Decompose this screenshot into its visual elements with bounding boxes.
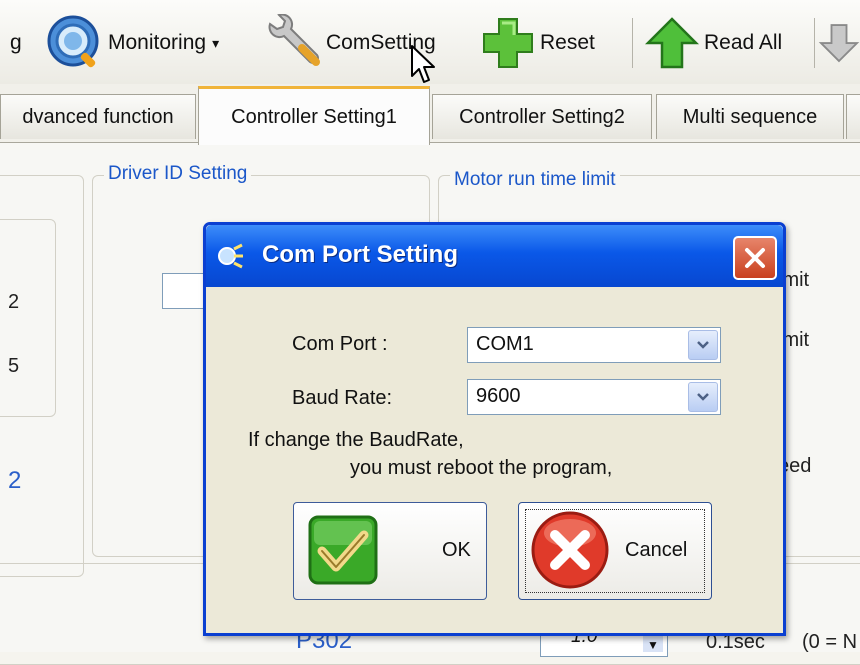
toolbar-divider [632, 18, 633, 68]
reset-button[interactable]: Reset [480, 14, 595, 72]
wrench-icon [268, 14, 320, 66]
baudrate-note-line2: you must reboot the program, [350, 457, 613, 479]
left-inner-group [0, 219, 56, 417]
tab-label: Controller Setting1 [231, 105, 397, 128]
tab-advanced-function[interactable]: dvanced function [0, 94, 196, 139]
tab-label: dvanced function [22, 105, 174, 128]
reset-label: Reset [540, 31, 595, 54]
tab-controller-setting2[interactable]: Controller Setting2 [432, 94, 652, 139]
tab-multi-sequence[interactable]: Multi sequence [656, 94, 844, 139]
baud-rate-value: 9600 [476, 385, 521, 407]
tab-label: Multi sequence [682, 105, 818, 128]
driver-id-legend: Driver ID Setting [104, 163, 252, 185]
chevron-down-icon[interactable]: ▾ [212, 35, 219, 52]
tab-partial[interactable] [846, 94, 860, 139]
chevron-down-icon[interactable] [688, 330, 718, 360]
ok-label: OK [442, 539, 471, 561]
toolbar-partial-label: g [10, 31, 22, 54]
readall-button[interactable]: Read All [644, 14, 782, 72]
baudrate-note-line1: If change the BaudRate, [248, 429, 464, 451]
com-port-setting-dialog: Com Port Setting Com Port : COM1 Baud Ra… [203, 222, 786, 636]
motor-run-time-legend: Motor run time limit [450, 169, 620, 191]
mouse-cursor-icon [411, 45, 435, 83]
ok-button[interactable]: OK [293, 502, 487, 600]
baud-rate-label: Baud Rate: [292, 387, 393, 409]
dialog-title: Com Port Setting [262, 241, 458, 268]
green-plus-icon [483, 18, 533, 68]
param-unit-note: (0 = N [802, 631, 858, 653]
toolbar-divider [814, 18, 815, 68]
com-port-select[interactable]: COM1 [467, 327, 721, 363]
chevron-down-icon[interactable] [688, 382, 718, 412]
monitoring-label: Monitoring [108, 31, 207, 54]
tab-controller-setting1[interactable]: Controller Setting1 [198, 86, 430, 145]
tab-label: Controller Setting2 [459, 105, 625, 128]
close-icon [745, 248, 765, 268]
left-value: 5 [8, 355, 20, 377]
com-port-label: Com Port : [292, 333, 388, 355]
tab-strip: dvanced function Controller Setting1 Con… [0, 84, 860, 145]
red-x-icon [531, 511, 609, 589]
readall-label: Read All [704, 31, 783, 54]
cancel-button[interactable]: Cancel [518, 502, 712, 600]
com-port-app-icon [218, 243, 243, 269]
monitoring-button[interactable]: Monitoring ▾ [46, 14, 219, 72]
com-port-value: COM1 [476, 333, 534, 355]
write-all-button[interactable] [818, 14, 860, 72]
up-arrow-icon [644, 17, 700, 69]
dialog-titlebar[interactable]: Com Port Setting [206, 225, 783, 287]
checkmark-icon [308, 515, 378, 585]
dialog-close-button[interactable] [733, 236, 777, 280]
baud-rate-select[interactable]: 9600 [467, 379, 721, 415]
toolbar-partial-button[interactable]: g [6, 14, 22, 72]
left-blue-value: 2 [8, 467, 22, 494]
down-arrow-icon [818, 24, 860, 63]
monitoring-lens-icon [47, 15, 99, 68]
cancel-label: Cancel [625, 539, 688, 561]
left-value: 2 [8, 291, 20, 313]
